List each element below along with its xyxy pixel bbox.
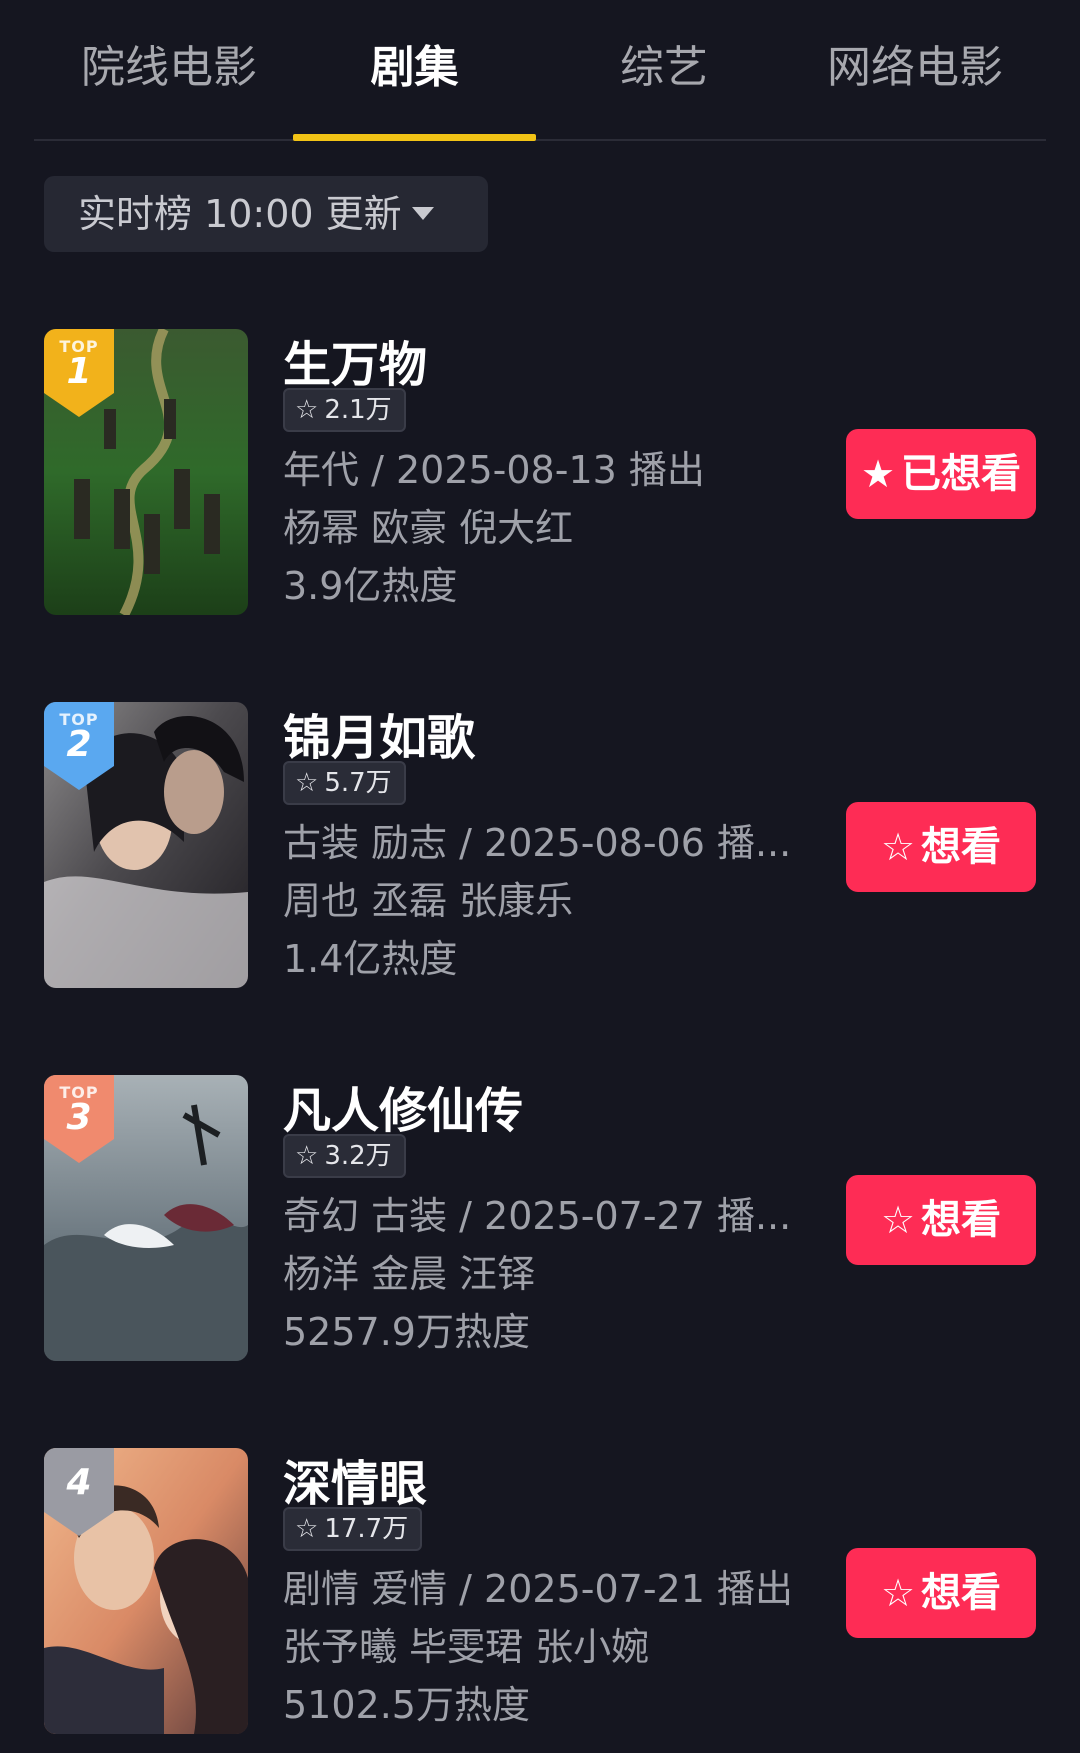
favorites-count: 5.7万 xyxy=(324,768,392,798)
active-tab-indicator xyxy=(293,134,536,141)
show-title[interactable]: 生万物 xyxy=(283,325,427,395)
heat-value: 5257.9万热度 xyxy=(283,1310,530,1354)
favorites-count: 17.7万 xyxy=(324,1514,409,1544)
cast-list: 杨洋 金晨 汪铎 xyxy=(283,1252,536,1296)
poster-image[interactable]: TOP 2 xyxy=(44,702,248,988)
rank-number: 1 xyxy=(66,351,92,392)
favorites-count: 2.1万 xyxy=(324,395,392,425)
list-item[interactable]: TOP 1 生万物 ☆ 2.1万 年代 / 2025-08-13 播出 杨幂 欧豪… xyxy=(0,329,1080,619)
list-item[interactable]: TOP 3 凡人修仙传 ☆ 3.2万 奇幻 古装 / 2025-07-27 播..… xyxy=(0,1075,1080,1365)
rank-badge: 4 xyxy=(44,1448,114,1536)
favorites-badge: ☆ 17.7万 xyxy=(283,1507,423,1551)
list-item[interactable]: 4 深情眼 ☆ 17.7万 剧情 爱情 / 2025-07-21 播出 张予曦 毕… xyxy=(0,1448,1080,1738)
star-filled-icon: ★ xyxy=(860,452,896,496)
cast-list: 周也 丞磊 张康乐 xyxy=(283,879,574,923)
want-button-label: 已想看 xyxy=(901,451,1022,497)
star-outline-icon: ☆ xyxy=(880,1571,916,1615)
ranking-filter-label: 实时榜 10:00 更新 xyxy=(78,192,402,236)
rank-badge: TOP 2 xyxy=(44,702,114,790)
genre-release-date: 奇幻 古装 / 2025-07-27 播... xyxy=(283,1194,792,1238)
genre-release-date: 剧情 爱情 / 2025-07-21 播出 xyxy=(283,1567,793,1611)
want-button-label: 想看 xyxy=(921,824,1002,870)
heat-value: 5102.5万热度 xyxy=(283,1683,530,1727)
rank-number: 2 xyxy=(66,724,92,765)
star-outline-icon: ☆ xyxy=(295,1141,319,1171)
want-button-label: 想看 xyxy=(921,1197,1002,1243)
want-to-watch-button[interactable]: ☆ 想看 xyxy=(846,1548,1036,1638)
rank-number: 4 xyxy=(66,1462,92,1503)
category-tabs: 院线电影 剧集 综艺 网络电影 xyxy=(0,0,1080,142)
favorites-badge: ☆ 2.1万 xyxy=(283,388,406,432)
tab-web-movies[interactable]: 网络电影 xyxy=(790,38,1040,98)
show-title[interactable]: 深情眼 xyxy=(283,1444,427,1514)
genre-release-date: 年代 / 2025-08-13 播出 xyxy=(283,448,705,492)
want-to-watch-button[interactable]: ★ 已想看 xyxy=(846,429,1036,519)
favorites-count: 3.2万 xyxy=(324,1141,392,1171)
poster-image[interactable]: TOP 1 xyxy=(44,329,248,615)
star-outline-icon: ☆ xyxy=(880,825,916,869)
cast-list: 张予曦 毕雯珺 张小婉 xyxy=(283,1625,650,1669)
list-item[interactable]: TOP 2 锦月如歌 ☆ 5.7万 古装 励志 / 2025-08-06 播...… xyxy=(0,702,1080,992)
heat-value: 3.9亿热度 xyxy=(283,564,458,608)
show-title[interactable]: 锦月如歌 xyxy=(283,698,475,768)
caret-down-icon xyxy=(411,207,434,220)
tabs-divider xyxy=(34,139,1046,141)
heat-value: 1.4亿热度 xyxy=(283,937,458,981)
poster-image[interactable]: 4 xyxy=(44,1448,248,1734)
rank-number: 3 xyxy=(66,1097,92,1138)
rank-badge: TOP 1 xyxy=(44,329,114,417)
want-to-watch-button[interactable]: ☆ 想看 xyxy=(846,802,1036,892)
star-outline-icon: ☆ xyxy=(295,768,319,798)
rank-badge: TOP 3 xyxy=(44,1075,114,1163)
tab-variety[interactable]: 综艺 xyxy=(540,38,788,98)
tab-theatrical-movies[interactable]: 院线电影 xyxy=(44,38,294,98)
star-outline-icon: ☆ xyxy=(295,1514,319,1544)
want-to-watch-button[interactable]: ☆ 想看 xyxy=(846,1175,1036,1265)
ranking-filter-dropdown[interactable]: 实时榜 10:00 更新 xyxy=(44,176,488,252)
favorites-badge: ☆ 5.7万 xyxy=(283,761,406,805)
tab-series[interactable]: 剧集 xyxy=(293,38,536,98)
star-outline-icon: ☆ xyxy=(295,395,319,425)
cast-list: 杨幂 欧豪 倪大红 xyxy=(283,506,574,550)
favorites-badge: ☆ 3.2万 xyxy=(283,1134,406,1178)
want-button-label: 想看 xyxy=(921,1570,1002,1616)
show-title[interactable]: 凡人修仙传 xyxy=(283,1071,523,1141)
poster-image[interactable]: TOP 3 xyxy=(44,1075,248,1361)
star-outline-icon: ☆ xyxy=(880,1198,916,1242)
genre-release-date: 古装 励志 / 2025-08-06 播... xyxy=(283,821,792,865)
